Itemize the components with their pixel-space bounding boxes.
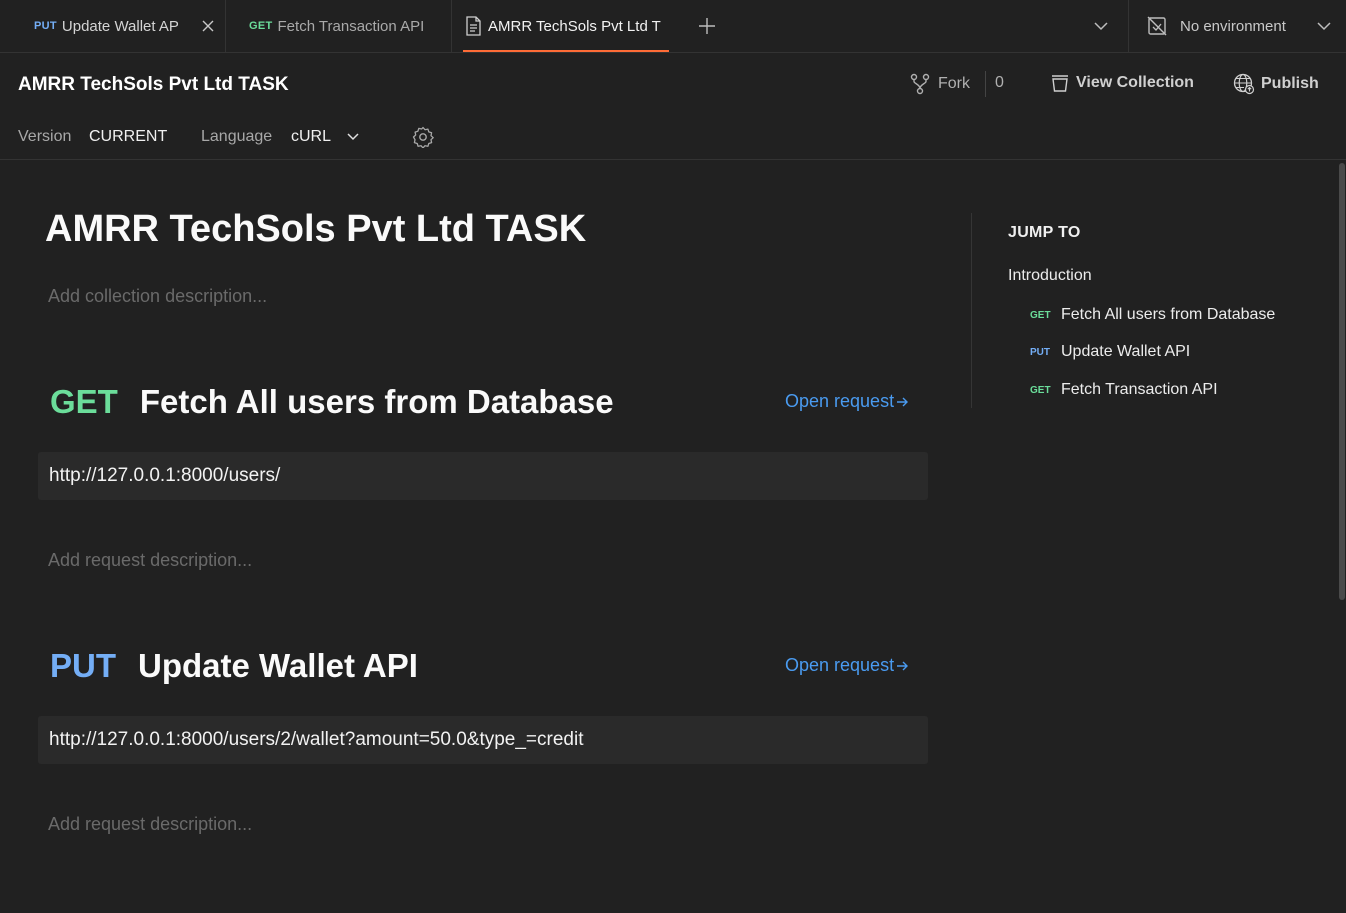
jump-to-introduction[interactable]: Introduction	[1008, 267, 1092, 285]
jump-to-title: JUMP TO	[1008, 224, 1081, 241]
request-method: PUT	[50, 647, 116, 684]
request-description-input[interactable]: Add request description...	[48, 814, 252, 835]
chevron-down-icon[interactable]	[1090, 15, 1112, 37]
jump-item-label: Update Wallet API	[1061, 343, 1191, 360]
jump-item-label: Fetch Transaction API	[1061, 381, 1218, 398]
publish-button[interactable]: Publish	[1233, 73, 1319, 95]
language-selector[interactable]: cURL	[291, 128, 359, 146]
jump-item-method: GET	[1030, 309, 1051, 321]
scrollbar-thumb[interactable]	[1339, 163, 1345, 600]
tab-collection-overview[interactable]: AMRR TechSols Pvt Ltd T	[453, 0, 669, 52]
collection-title: AMRR TechSols Pvt Ltd TASK	[18, 74, 289, 95]
tab-bar: PUT Update Wallet AP GET Fetch Transacti…	[0, 0, 1346, 53]
language-value: cURL	[291, 128, 332, 145]
close-icon[interactable]	[198, 16, 218, 36]
tab-label: Fetch Transaction API	[277, 17, 425, 35]
collection-description-input[interactable]: Add collection description...	[48, 286, 267, 307]
fork-label: Fork	[938, 75, 970, 92]
no-environment-icon	[1146, 15, 1168, 37]
plus-icon[interactable]	[694, 13, 720, 39]
collection-header: AMRR TechSols Pvt Ltd TASK Fork 0 View C…	[0, 53, 1346, 160]
request-heading: GET Fetch All users from Database	[50, 383, 614, 421]
tab-method-badge: PUT	[34, 20, 57, 32]
view-collection-icon	[1050, 73, 1070, 93]
jump-to-item[interactable]: GET Fetch Transaction API	[1030, 381, 1218, 399]
settings-gear-icon[interactable]	[411, 125, 435, 149]
jump-to-item[interactable]: GET Fetch All users from Database	[1030, 306, 1275, 324]
jump-item-label: Fetch All users from Database	[1061, 306, 1276, 323]
language-label: Language	[201, 128, 273, 145]
open-request-link[interactable]: Open request	[785, 391, 909, 412]
divider	[985, 71, 986, 97]
open-request-label: Open request	[785, 655, 895, 675]
request-heading: PUT Update Wallet API	[50, 647, 418, 685]
request-name: Update Wallet API	[138, 647, 418, 684]
publish-label: Publish	[1261, 75, 1319, 92]
tab-fetch-transaction[interactable]: GET Fetch Transaction API	[227, 0, 452, 52]
tab-method-badge: GET	[249, 20, 273, 32]
request-url[interactable]: http://127.0.0.1:8000/users/2/wallet?amo…	[38, 716, 928, 764]
divider	[971, 213, 972, 408]
tab-update-wallet[interactable]: PUT Update Wallet AP	[0, 0, 226, 52]
request-description-input[interactable]: Add request description...	[48, 550, 252, 571]
fork-icon	[910, 73, 930, 95]
environment-label: No environment	[1180, 17, 1286, 35]
chevron-down-icon[interactable]	[1313, 15, 1335, 37]
request-url[interactable]: http://127.0.0.1:8000/users/	[38, 452, 928, 500]
fork-button[interactable]: Fork	[910, 73, 970, 95]
view-collection-label: View Collection	[1076, 74, 1194, 91]
tab-label: AMRR TechSols Pvt Ltd T	[488, 17, 661, 35]
open-request-link[interactable]: Open request	[785, 655, 909, 676]
fork-count[interactable]: 0	[995, 74, 1004, 92]
documentation-title: AMRR TechSols Pvt Ltd TASK	[45, 208, 587, 250]
view-collection-button[interactable]: View Collection	[1050, 73, 1194, 93]
divider	[1128, 0, 1129, 52]
jump-item-method: PUT	[1030, 346, 1050, 358]
jump-item-method: GET	[1030, 384, 1051, 396]
version-selector[interactable]: CURRENT	[89, 128, 167, 146]
arrow-right-icon	[896, 396, 909, 408]
request-method: GET	[50, 383, 118, 420]
open-request-label: Open request	[785, 391, 895, 411]
request-name: Fetch All users from Database	[139, 383, 614, 420]
version-label: Version	[18, 128, 72, 145]
jump-to-item[interactable]: PUT Update Wallet API	[1030, 343, 1190, 361]
publish-globe-icon	[1233, 73, 1255, 95]
environment-selector[interactable]: No environment	[1146, 13, 1286, 39]
arrow-right-icon	[896, 660, 909, 672]
chevron-down-icon	[347, 133, 359, 141]
tab-label: Update Wallet AP	[61, 17, 179, 35]
document-icon	[465, 16, 482, 36]
